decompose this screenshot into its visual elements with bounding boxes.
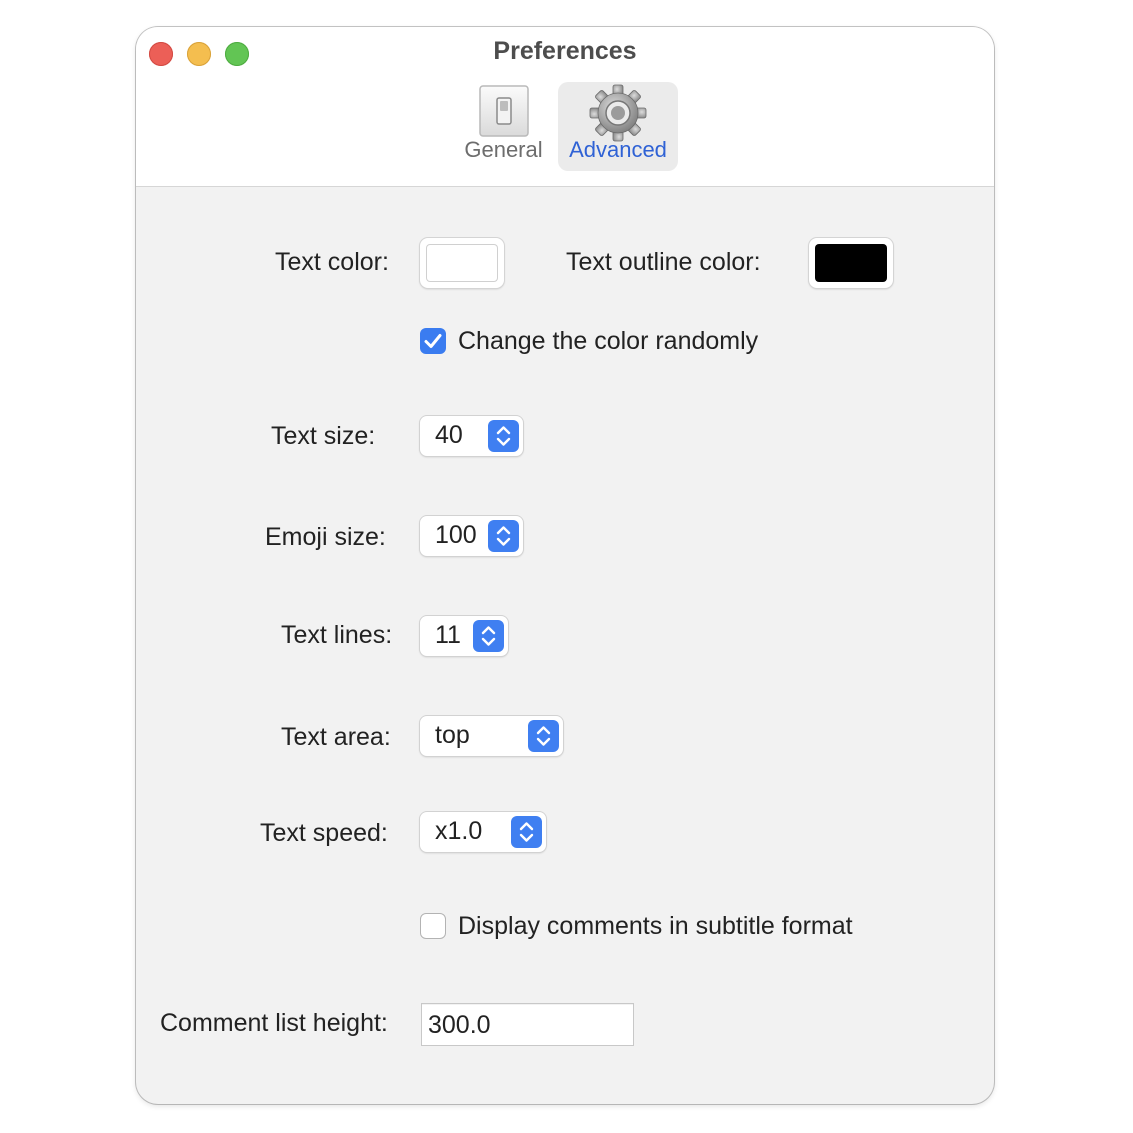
emoji-size-label: Emoji size: bbox=[265, 523, 386, 551]
text-lines-value: 11 bbox=[435, 621, 461, 649]
text-speed-value: x1.0 bbox=[435, 817, 483, 845]
up-down-arrows-icon bbox=[528, 720, 559, 752]
text-speed-label: Text speed: bbox=[260, 819, 388, 847]
text-area-popup[interactable]: top bbox=[420, 716, 563, 756]
tab-general[interactable]: General bbox=[456, 82, 551, 171]
tab-advanced[interactable]: Advanced bbox=[558, 82, 678, 171]
text-size-value: 40 bbox=[435, 421, 463, 449]
text-color-label: Text color: bbox=[275, 248, 389, 276]
comment-list-height-value: 300.0 bbox=[428, 1011, 491, 1039]
gear-icon bbox=[589, 84, 647, 142]
titlebar: Preferences General Advanced bbox=[136, 27, 994, 187]
emoji-size-popup[interactable]: 100 bbox=[420, 516, 523, 556]
preferences-window: Preferences General Advanced Text color:… bbox=[136, 27, 994, 1104]
subtitle-format-checkbox[interactable] bbox=[420, 913, 446, 939]
window-title: Preferences bbox=[493, 37, 637, 65]
comment-list-height-label: Comment list height: bbox=[160, 1009, 388, 1037]
up-down-arrows-icon bbox=[488, 420, 519, 452]
text-color-well[interactable] bbox=[420, 238, 504, 288]
random-color-label: Change the color randomly bbox=[458, 327, 759, 355]
text-size-label: Text size: bbox=[271, 422, 376, 450]
text-lines-label: Text lines: bbox=[281, 621, 393, 649]
tab-advanced-label: Advanced bbox=[569, 137, 667, 162]
switch-icon bbox=[478, 85, 529, 137]
text-speed-popup[interactable]: x1.0 bbox=[420, 812, 546, 852]
text-lines-popup[interactable]: 11 bbox=[420, 616, 508, 656]
up-down-arrows-icon bbox=[511, 816, 542, 848]
text-size-popup[interactable]: 40 bbox=[420, 416, 523, 456]
text-color-swatch bbox=[426, 244, 498, 282]
tab-general-label: General bbox=[464, 137, 543, 162]
text-area-value: top bbox=[435, 721, 470, 749]
up-down-arrows-icon bbox=[488, 520, 519, 552]
text-area-label: Text area: bbox=[281, 723, 391, 751]
emoji-size-value: 100 bbox=[435, 521, 477, 549]
subtitle-format-label: Display comments in subtitle format bbox=[458, 912, 853, 940]
random-color-checkbox[interactable] bbox=[420, 328, 446, 354]
text-outline-color-swatch bbox=[815, 244, 887, 282]
checkmark-icon bbox=[424, 334, 442, 348]
comment-list-height-field[interactable]: 300.0 bbox=[421, 1003, 634, 1046]
text-outline-color-well[interactable] bbox=[809, 238, 893, 288]
text-outline-color-label: Text outline color: bbox=[566, 248, 761, 276]
up-down-arrows-icon bbox=[473, 620, 504, 652]
